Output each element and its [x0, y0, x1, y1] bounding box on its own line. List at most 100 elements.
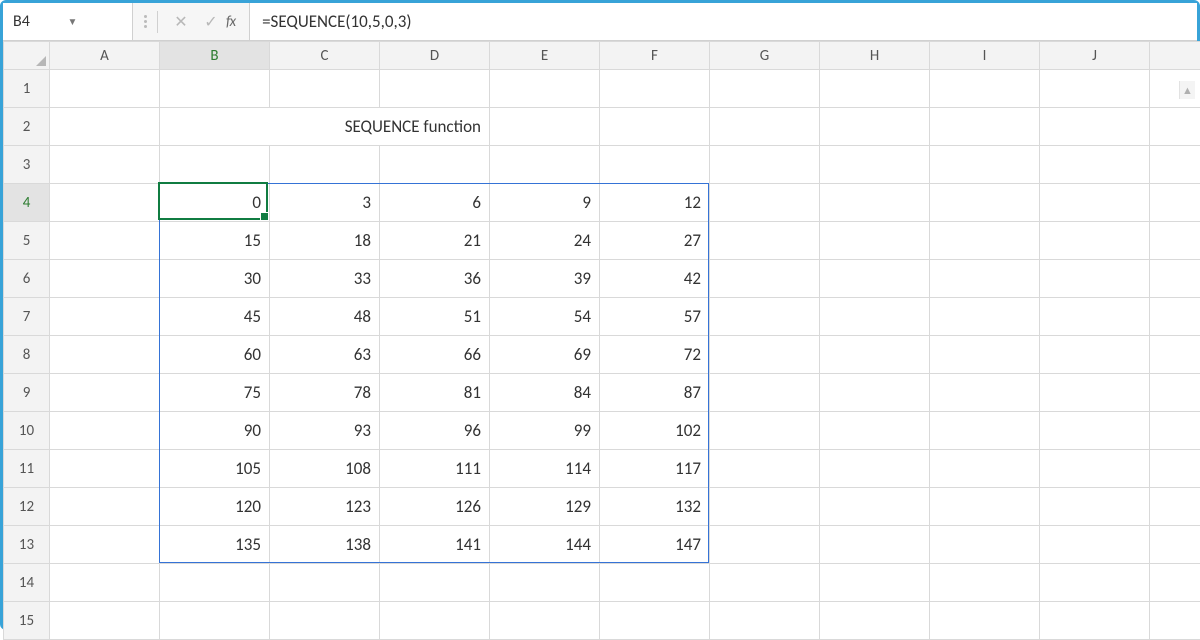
cell-D4[interactable]: 6 [380, 184, 490, 222]
cell-I15[interactable] [930, 602, 1040, 640]
column-header-B[interactable]: B [160, 42, 270, 70]
cell-F3[interactable] [600, 146, 710, 184]
cell-G9[interactable] [710, 374, 820, 412]
cell-G11[interactable] [710, 450, 820, 488]
cell-J12[interactable] [1040, 488, 1150, 526]
cell-C8[interactable]: 63 [270, 336, 380, 374]
cell-B2[interactable]: SEQUENCE function [160, 108, 490, 146]
cell-K2[interactable] [1150, 108, 1200, 146]
cell-I2[interactable] [930, 108, 1040, 146]
cell-D15[interactable] [380, 602, 490, 640]
cell-D6[interactable]: 36 [380, 260, 490, 298]
cell-E6[interactable]: 39 [490, 260, 600, 298]
cell-H3[interactable] [820, 146, 930, 184]
cell-I11[interactable] [930, 450, 1040, 488]
cell-K8[interactable] [1150, 336, 1200, 374]
cell-D5[interactable]: 21 [380, 222, 490, 260]
cell-K3[interactable] [1150, 146, 1200, 184]
cell-B9[interactable]: 75 [160, 374, 270, 412]
row-header-6[interactable]: 6 [4, 260, 50, 298]
cell-K4[interactable] [1150, 184, 1200, 222]
cell-J13[interactable] [1040, 526, 1150, 564]
cell-K9[interactable] [1150, 374, 1200, 412]
cell-I6[interactable] [930, 260, 1040, 298]
cell-C15[interactable] [270, 602, 380, 640]
row-header-11[interactable]: 11 [4, 450, 50, 488]
cell-F13[interactable]: 147 [600, 526, 710, 564]
cell-E10[interactable]: 99 [490, 412, 600, 450]
cell-F14[interactable] [600, 564, 710, 602]
cell-D11[interactable]: 111 [380, 450, 490, 488]
cell-F10[interactable]: 102 [600, 412, 710, 450]
fx-icon[interactable]: fx [226, 13, 235, 31]
cell-K13[interactable] [1150, 526, 1200, 564]
cell-G15[interactable] [710, 602, 820, 640]
cell-E13[interactable]: 144 [490, 526, 600, 564]
cell-K12[interactable] [1150, 488, 1200, 526]
cell-G14[interactable] [710, 564, 820, 602]
cell-H1[interactable] [820, 70, 930, 108]
drag-handle-icon[interactable] [141, 15, 149, 28]
cell-D12[interactable]: 126 [380, 488, 490, 526]
cell-H14[interactable] [820, 564, 930, 602]
cell-G6[interactable] [710, 260, 820, 298]
cell-K6[interactable] [1150, 260, 1200, 298]
cell-G10[interactable] [710, 412, 820, 450]
cell-A2[interactable] [50, 108, 160, 146]
cell-D13[interactable]: 141 [380, 526, 490, 564]
cell-E11[interactable]: 114 [490, 450, 600, 488]
cell-F11[interactable]: 117 [600, 450, 710, 488]
cell-F12[interactable]: 132 [600, 488, 710, 526]
cell-K15[interactable] [1150, 602, 1200, 640]
column-header-F[interactable]: F [600, 42, 710, 70]
cell-K10[interactable] [1150, 412, 1200, 450]
cell-G2[interactable] [710, 108, 820, 146]
cell-C7[interactable]: 48 [270, 298, 380, 336]
cell-H9[interactable] [820, 374, 930, 412]
cell-I12[interactable] [930, 488, 1040, 526]
cell-F8[interactable]: 72 [600, 336, 710, 374]
cell-A8[interactable] [50, 336, 160, 374]
cell-C1[interactable] [270, 70, 380, 108]
column-header-E[interactable]: E [490, 42, 600, 70]
cell-C9[interactable]: 78 [270, 374, 380, 412]
column-header-I[interactable]: I [930, 42, 1040, 70]
cell-A4[interactable] [50, 184, 160, 222]
cell-E4[interactable]: 9 [490, 184, 600, 222]
cell-E8[interactable]: 69 [490, 336, 600, 374]
cell-H2[interactable] [820, 108, 930, 146]
cell-D8[interactable]: 66 [380, 336, 490, 374]
cell-D1[interactable] [380, 70, 490, 108]
cell-F5[interactable]: 27 [600, 222, 710, 260]
cancel-button[interactable]: ✕ [166, 12, 196, 32]
cell-A10[interactable] [50, 412, 160, 450]
row-header-10[interactable]: 10 [4, 412, 50, 450]
cell-G13[interactable] [710, 526, 820, 564]
name-box[interactable]: B4 ▼ [3, 3, 133, 40]
cell-G3[interactable] [710, 146, 820, 184]
cell-K11[interactable] [1150, 450, 1200, 488]
cell-B7[interactable]: 45 [160, 298, 270, 336]
cell-I4[interactable] [930, 184, 1040, 222]
cell-I5[interactable] [930, 222, 1040, 260]
cell-I14[interactable] [930, 564, 1040, 602]
column-header-D[interactable]: D [380, 42, 490, 70]
cell-H7[interactable] [820, 298, 930, 336]
cell-C4[interactable]: 3 [270, 184, 380, 222]
cell-B1[interactable] [160, 70, 270, 108]
cell-C14[interactable] [270, 564, 380, 602]
row-header-12[interactable]: 12 [4, 488, 50, 526]
cell-F1[interactable] [600, 70, 710, 108]
cell-K5[interactable] [1150, 222, 1200, 260]
cell-J5[interactable] [1040, 222, 1150, 260]
cell-G12[interactable] [710, 488, 820, 526]
cell-B12[interactable]: 120 [160, 488, 270, 526]
cell-A6[interactable] [50, 260, 160, 298]
cell-E2[interactable] [490, 108, 600, 146]
cell-E3[interactable] [490, 146, 600, 184]
cell-J14[interactable] [1040, 564, 1150, 602]
enter-button[interactable]: ✓ [196, 12, 226, 32]
cell-A12[interactable] [50, 488, 160, 526]
cell-J4[interactable] [1040, 184, 1150, 222]
cell-D9[interactable]: 81 [380, 374, 490, 412]
